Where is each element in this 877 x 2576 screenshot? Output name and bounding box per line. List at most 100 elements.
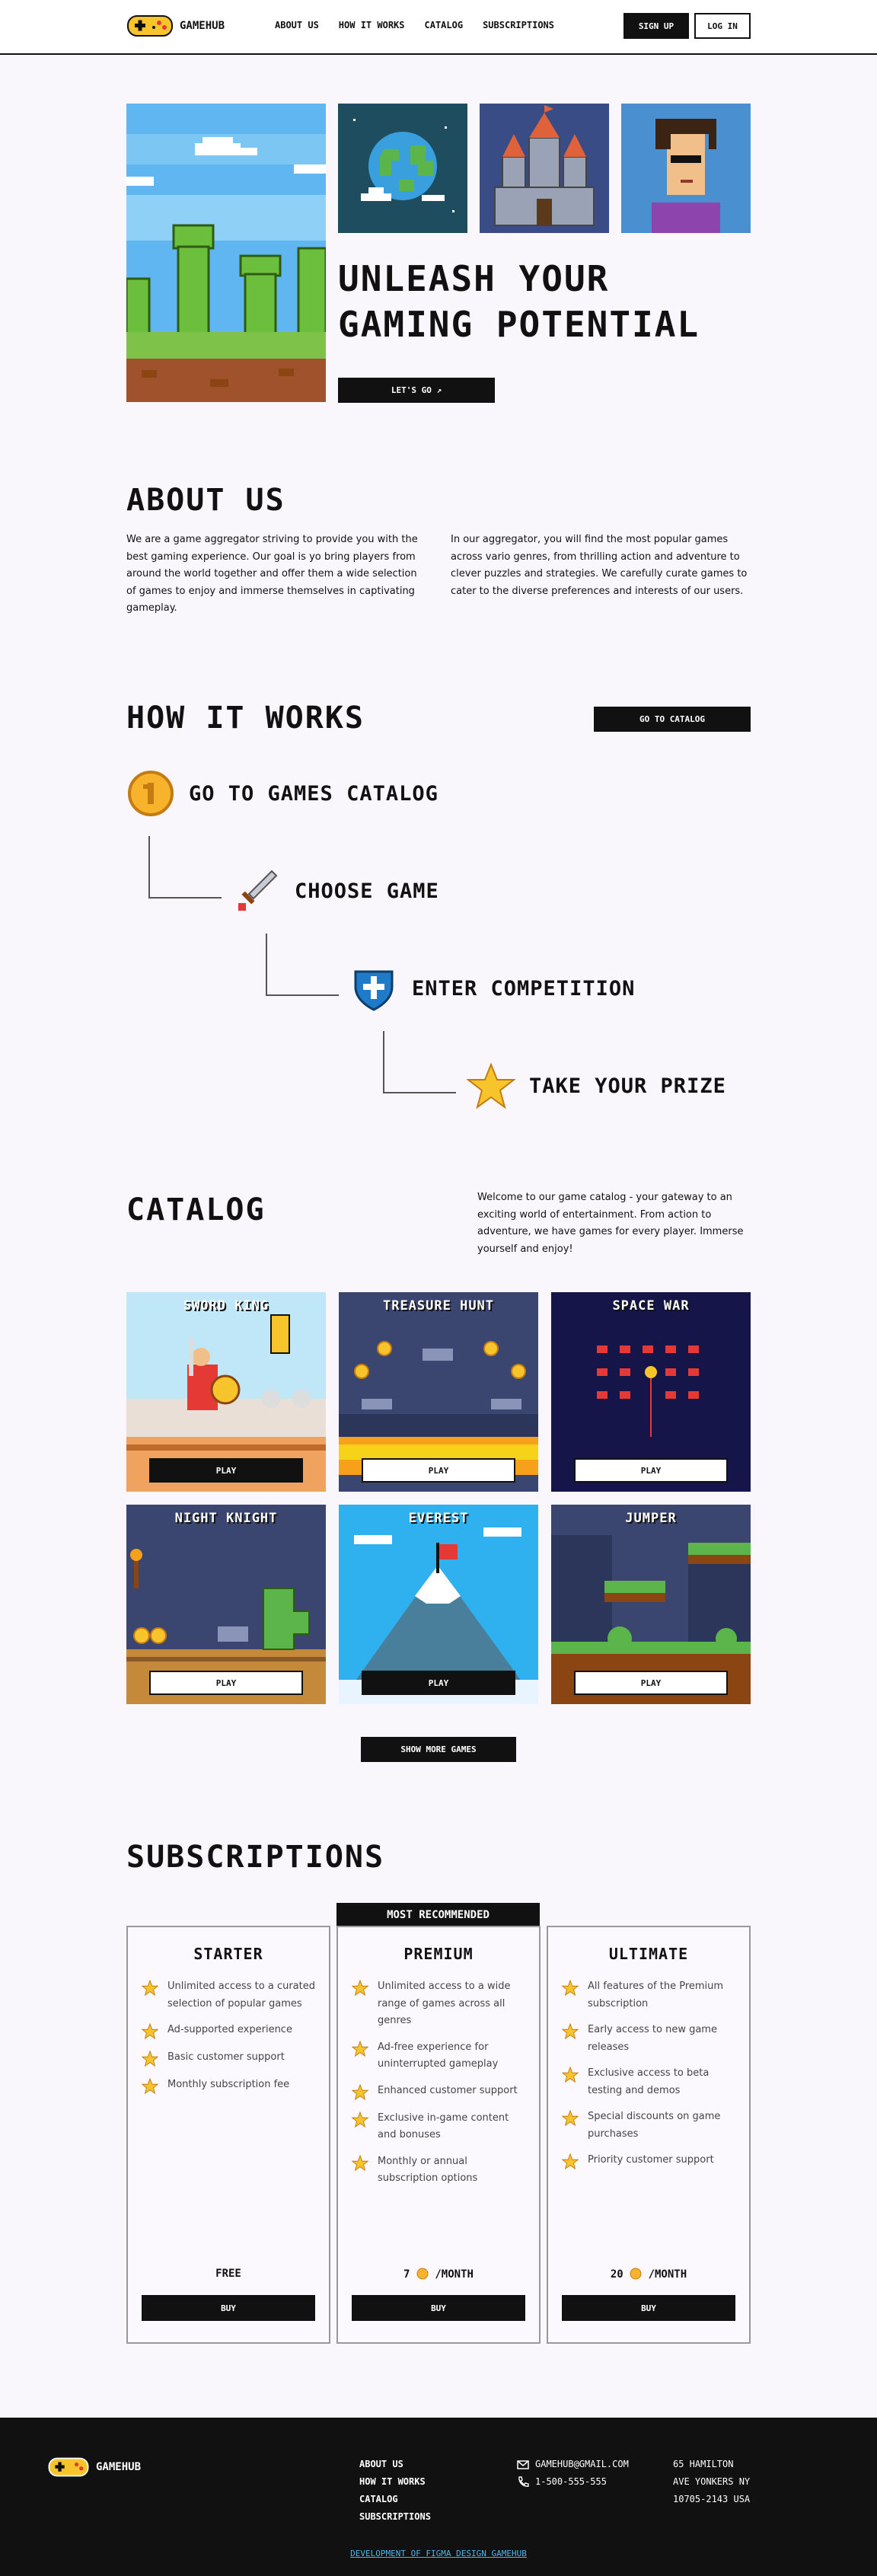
catalog-intro: Welcome to our game catalog - your gatew… (477, 1192, 744, 1255)
catalog-title: CATALOG (126, 1192, 266, 1227)
footer-nav-catalog[interactable]: CATALOG (359, 2491, 431, 2508)
logo[interactable]: GAMEHUB (126, 13, 225, 39)
star-icon (352, 2040, 368, 2057)
plan-feature-text: Basic customer support (167, 2051, 285, 2063)
star-icon (562, 1980, 579, 1997)
game-card-everest[interactable]: EVEREST PLAY (339, 1505, 538, 1704)
plan-feature-text: Ad-supported experience (167, 2024, 292, 2035)
footer-credit-link[interactable]: DEVELOPMENT OF FIGMA DESIGN GAMEHUB (0, 2549, 877, 2558)
footer-contacts: GAMEHUB@GMAIL.COM 1-500-555-555 (517, 2456, 629, 2491)
footer-email-text: GAMEHUB@GMAIL.COM (535, 2459, 629, 2469)
nav-how[interactable]: HOW IT WORKS (339, 20, 405, 30)
hero-image-earth (338, 104, 467, 233)
footer-logo-text: GAMEHUB (96, 2461, 142, 2473)
star-icon (562, 2153, 579, 2170)
footer-nav-subscriptions[interactable]: SUBSCRIPTIONS (359, 2508, 431, 2526)
nav-about[interactable]: ABOUT US (275, 20, 319, 30)
play-button[interactable]: PLAY (362, 1671, 515, 1695)
plan-feature-text: Priority customer support (588, 2154, 714, 2166)
play-button[interactable]: PLAY (149, 1458, 303, 1483)
star-icon (562, 2110, 579, 2127)
footer-phone-text: 1-500-555-555 (535, 2476, 607, 2487)
game-card-space-war[interactable]: SPACE WAR PLAY (551, 1292, 751, 1492)
step-2: CHOOSE GAME (232, 867, 439, 915)
buy-button[interactable]: BUY (142, 2295, 315, 2321)
go-to-catalog-button[interactable]: GO TO CATALOG (594, 707, 751, 732)
star-icon (352, 2154, 368, 2171)
mail-icon (517, 2459, 529, 2469)
hero-title: UNLEASH YOUR GAMING POTENTIAL (338, 256, 700, 347)
shield-icon (354, 970, 394, 1011)
footer-address-line: 10705-2143 USA (673, 2494, 751, 2504)
plan-price: 7 /MONTH (338, 2268, 539, 2281)
plan-feature: Monthly subscription fee (142, 2076, 317, 2095)
plan-feature: Enhanced customer support (352, 2083, 527, 2101)
login-button[interactable]: LOG IN (694, 13, 751, 39)
plan-feature-text: Unlimited access to a curated selection … (167, 1981, 315, 2009)
plan-feature: Ad-free experience for uninterrupted gam… (352, 2039, 527, 2073)
plan-price: 20 /MONTH (548, 2268, 749, 2281)
plan-feature-text: Early access to new game releases (588, 2024, 717, 2053)
footer-nav-how[interactable]: HOW IT WORKS (359, 2473, 431, 2491)
game-title: JUMPER (625, 1511, 677, 1526)
footer-email[interactable]: GAMEHUB@GMAIL.COM (517, 2456, 629, 2473)
connector-2 (266, 934, 339, 996)
plan-price-unit: /MONTH (648, 2268, 687, 2281)
site-header: GAMEHUB ABOUT US HOW IT WORKS CATALOG SU… (0, 0, 877, 55)
plan-feature: Unlimited access to a curated selection … (142, 1978, 317, 2013)
step-1-label: GO TO GAMES CATALOG (189, 781, 438, 806)
plan-price: FREE (215, 2268, 241, 2280)
nav-subscriptions[interactable]: SUBSCRIPTIONS (483, 20, 554, 30)
plan-features: Unlimited access to a curated selection … (142, 1978, 317, 2104)
plan-name: PREMIUM (403, 1945, 474, 1963)
footer-logo[interactable]: GAMEHUB (47, 2456, 141, 2479)
connector-1 (148, 836, 222, 899)
logo-text: GAMEHUB (180, 20, 225, 32)
game-title: EVEREST (408, 1511, 469, 1526)
game-title: SPACE WAR (612, 1298, 690, 1314)
signup-button[interactable]: SIGN UP (623, 13, 689, 39)
step-1: GO TO GAMES CATALOG (126, 769, 438, 818)
sword-icon (238, 870, 278, 911)
hero-title-line2: GAMING POTENTIAL (338, 304, 700, 345)
plan-starter: STARTER Unlimited access to a curated se… (126, 1926, 330, 2344)
plan-feature: Exclusive in-game content and bonuses (352, 2110, 527, 2144)
plan-feature: Special discounts on game purchases (562, 2108, 737, 2143)
hero-image-pipes (126, 104, 326, 402)
star-icon (352, 2083, 368, 2100)
game-card-night-knight[interactable]: NIGHT KNIGHT PLAY (126, 1505, 326, 1704)
game-title: TREASURE HUNT (382, 1298, 495, 1314)
game-card-jumper[interactable]: JUMPER PLAY (551, 1505, 751, 1704)
buy-button[interactable]: BUY (562, 2295, 735, 2321)
plan-feature-text: Monthly or annual subscription options (378, 2155, 478, 2185)
plan-feature: Ad-supported experience (142, 2022, 317, 2040)
play-button[interactable]: PLAY (149, 1671, 303, 1695)
game-title: NIGHT KNIGHT (174, 1511, 278, 1526)
buy-button[interactable]: BUY (352, 2295, 525, 2321)
lets-go-button[interactable]: LET'S GO ↗ (338, 378, 495, 403)
nav-catalog[interactable]: CATALOG (425, 20, 464, 30)
about-title: ABOUT US (126, 483, 285, 518)
main-nav: ABOUT US HOW IT WORKS CATALOG SUBSCRIPTI… (275, 20, 554, 30)
play-button[interactable]: PLAY (574, 1458, 728, 1483)
plan-feature-text: Special discounts on game purchases (588, 2111, 721, 2140)
footer-address-line: AVE YONKERS NY (673, 2476, 751, 2487)
plan-premium: PREMIUM Unlimited access to a wide range… (336, 1926, 541, 2344)
footer-phone[interactable]: 1-500-555-555 (517, 2473, 629, 2491)
footer-address: 65 HAMILTON AVE YONKERS NY 10705-2143 US… (673, 2456, 750, 2508)
game-card-sword-king[interactable]: SWORD KING PLAY (126, 1292, 326, 1492)
star-icon (142, 2023, 158, 2040)
most-recommended-badge: MOST RECOMMENDED (336, 1903, 540, 1927)
plan-feature-text: Exclusive access to beta testing and dem… (588, 2067, 710, 2096)
play-button[interactable]: PLAY (362, 1458, 515, 1483)
star-icon (352, 2111, 368, 2128)
star-icon (142, 2051, 158, 2067)
plan-name: STARTER (193, 1945, 263, 1963)
show-more-games-button[interactable]: SHOW MORE GAMES (361, 1737, 516, 1762)
step-3-label: ENTER COMPETITION (412, 976, 636, 1001)
footer-nav-about[interactable]: ABOUT US (359, 2456, 431, 2473)
star-icon (142, 1980, 158, 1997)
play-button[interactable]: PLAY (574, 1671, 728, 1695)
footer-address-line: 65 HAMILTON (673, 2459, 734, 2469)
game-card-treasure-hunt[interactable]: TREASURE HUNT PLAY (339, 1292, 538, 1492)
